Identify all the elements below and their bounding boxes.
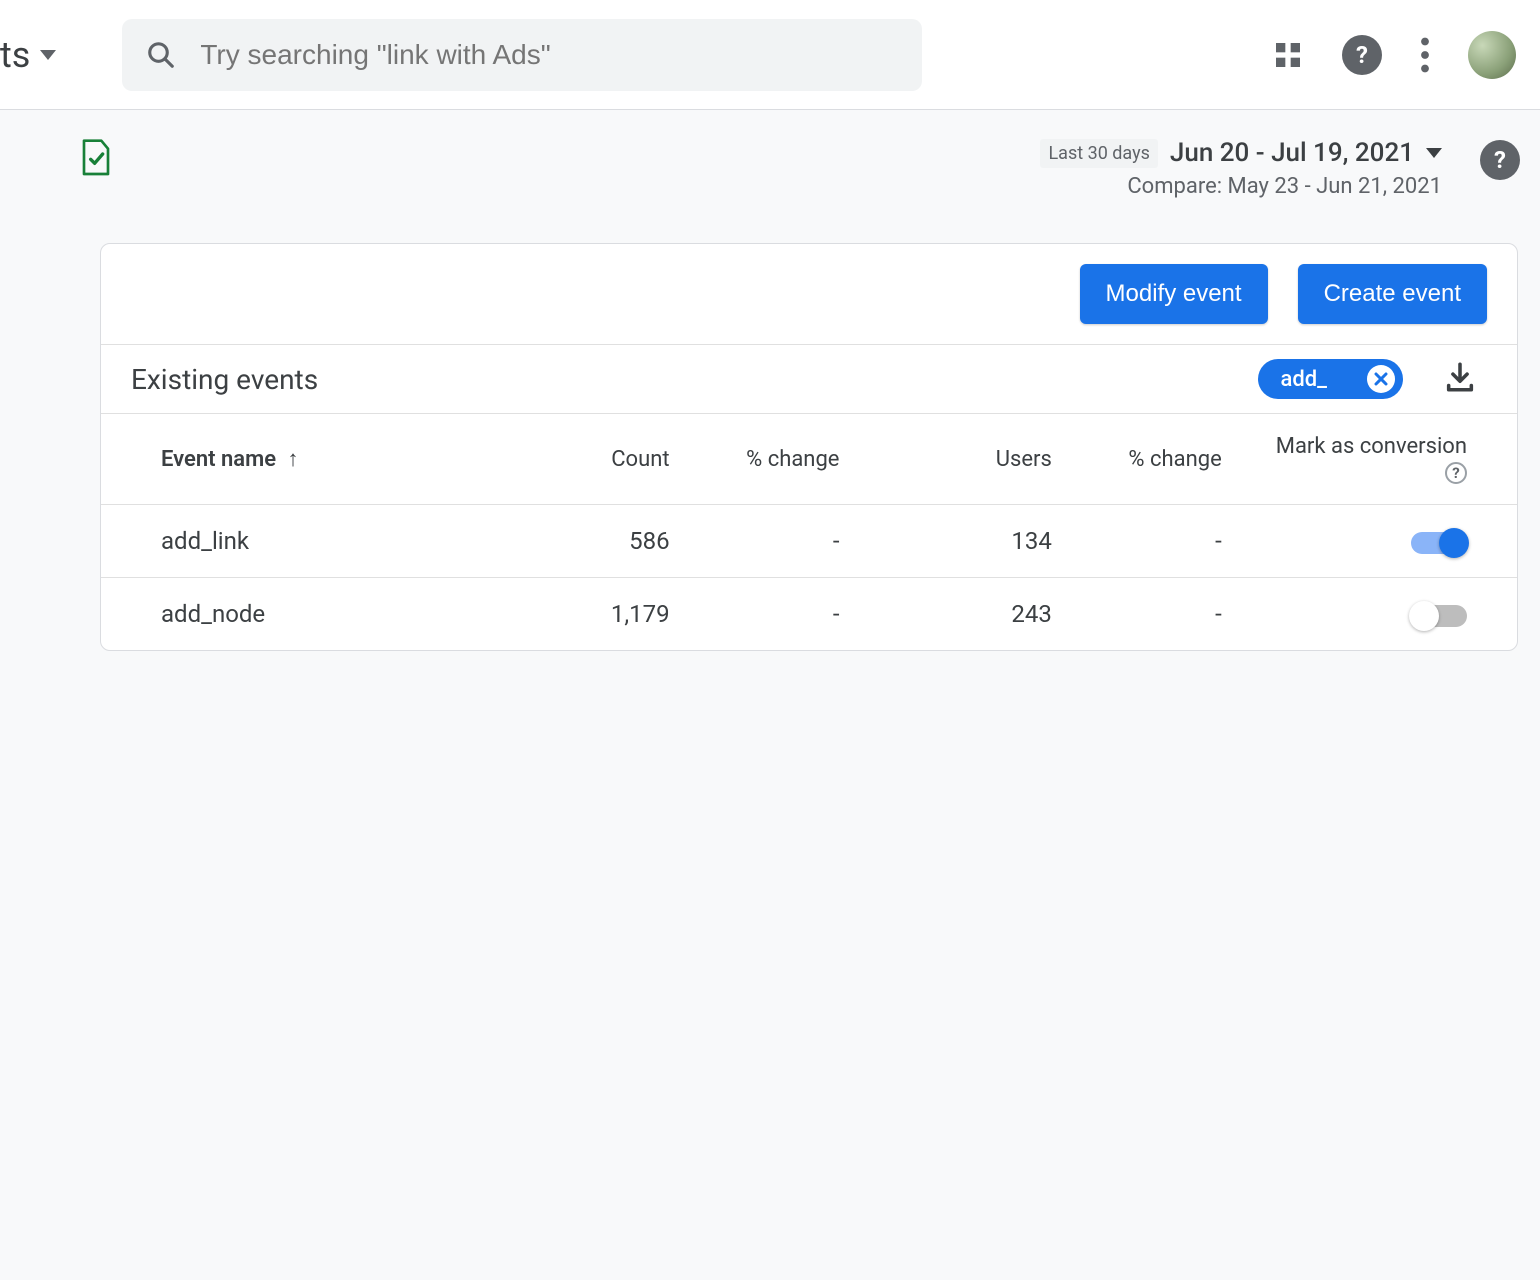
table-row: add_node1,179-243- [101,578,1517,651]
table-header-row: Event name ↑ Count % change Users % chan… [101,414,1517,505]
cell-conversion [1234,578,1517,651]
date-range-picker[interactable]: Last 30 days Jun 20 - Jul 19, 2021 Compa… [1040,138,1442,199]
help-tooltip-icon[interactable]: ? [1445,462,1467,484]
cell-conversion [1234,505,1517,578]
col-change1[interactable]: % change [682,414,852,505]
top-bar: ts ? [0,0,1540,110]
verified-page-icon [80,138,112,178]
conversion-toggle[interactable] [1411,605,1467,627]
date-range-text: Jun 20 - Jul 19, 2021 [1170,138,1414,168]
help-icon[interactable]: ? [1342,35,1382,75]
col-change2[interactable]: % change [1064,414,1234,505]
cell-change1: - [682,578,852,651]
conversion-toggle[interactable] [1411,532,1467,554]
cell-event-name[interactable]: add_node [101,578,497,651]
clear-filter-icon[interactable] [1367,365,1395,393]
search-box[interactable] [122,19,922,91]
search-input[interactable] [200,39,898,71]
col-count[interactable]: Count [497,414,681,505]
events-table: Event name ↑ Count % change Users % chan… [101,413,1517,650]
chevron-down-icon [40,50,56,60]
col-event-name[interactable]: Event name ↑ [101,414,497,505]
cell-users: 134 [851,505,1063,578]
sort-asc-icon: ↑ [288,447,299,472]
cell-change2: - [1064,578,1234,651]
chevron-down-icon [1426,148,1442,158]
events-card: Modify event Create event Existing event… [100,243,1518,651]
card-title: Existing events [131,363,318,396]
compare-range-text: Compare: May 23 - Jun 21, 2021 [1040,174,1442,199]
create-event-button[interactable]: Create event [1298,264,1487,324]
table-row: add_link586-134- [101,505,1517,578]
modify-event-button[interactable]: Modify event [1080,264,1268,324]
cell-count: 586 [497,505,681,578]
avatar[interactable] [1468,31,1516,79]
section-dropdown[interactable]: ts [0,34,56,76]
top-icon-group: ? [1272,31,1516,79]
cell-users: 243 [851,578,1063,651]
search-icon [146,40,176,70]
help-icon[interactable]: ? [1480,140,1520,180]
apps-grid-icon[interactable] [1272,39,1304,71]
cell-event-name[interactable]: add_link [101,505,497,578]
filter-chip[interactable]: add_ [1258,359,1403,399]
subheader: Last 30 days Jun 20 - Jul 19, 2021 Compa… [0,110,1540,213]
date-preset-badge: Last 30 days [1040,139,1157,168]
card-actions: Modify event Create event [101,244,1517,344]
cell-change2: - [1064,505,1234,578]
col-users[interactable]: Users [851,414,1063,505]
filter-chip-label: add_ [1280,367,1327,392]
more-vert-icon[interactable] [1420,37,1430,73]
download-icon[interactable] [1443,360,1477,398]
section-label-truncated: ts [0,34,30,76]
card-header: Existing events add_ [101,345,1517,413]
col-conversion: Mark as conversion ? [1234,414,1517,505]
cell-change1: - [682,505,852,578]
cell-count: 1,179 [497,578,681,651]
